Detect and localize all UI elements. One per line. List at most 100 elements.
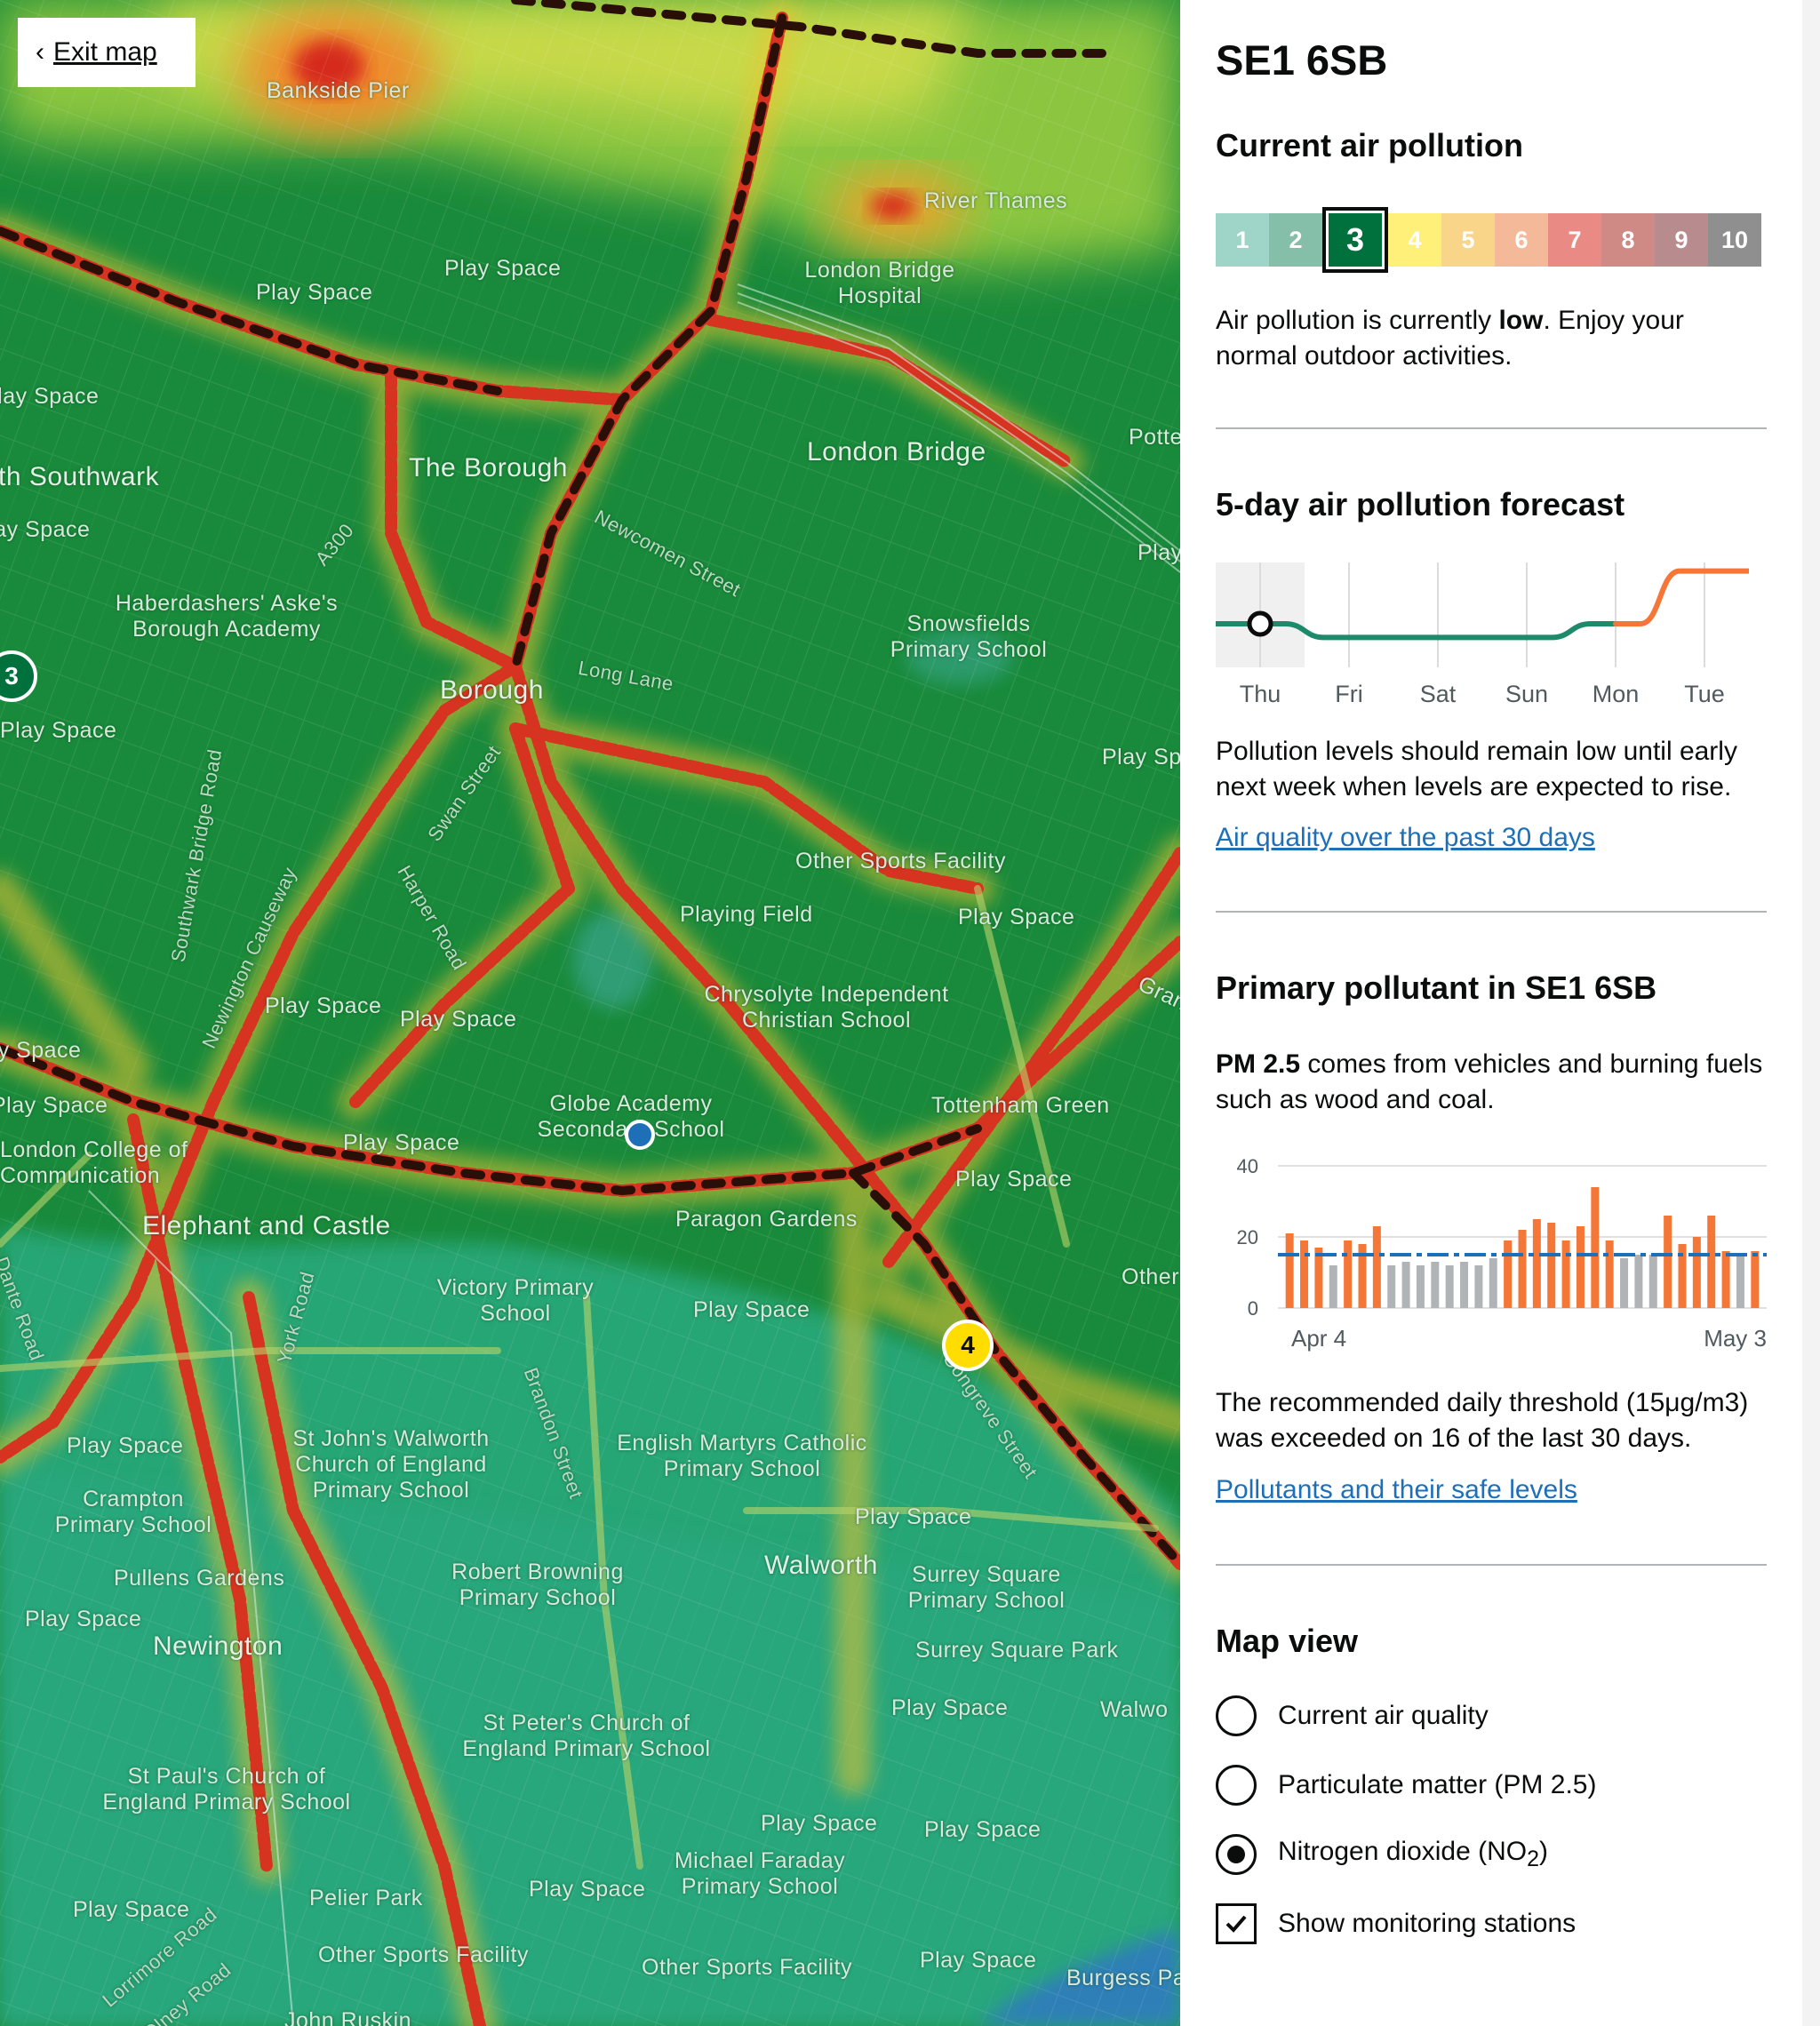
chart-bar	[1634, 1255, 1643, 1308]
index-level-5: 5	[1441, 213, 1495, 267]
map-label: Play Space	[343, 1130, 460, 1155]
radio-current-air-quality[interactable]: Current air quality	[1216, 1695, 1489, 1736]
pollutants-safe-levels-link[interactable]: Pollutants and their safe levels	[1216, 1475, 1577, 1505]
section-divider	[1216, 427, 1767, 429]
current-index-level: 3	[1326, 211, 1385, 269]
air-quality-map[interactable]: Bankside Pier River Thames Play Space Pl…	[0, 0, 1180, 2026]
map-label: Surrey Square Primary School	[907, 1562, 1066, 1613]
forecast-line	[1613, 568, 1707, 626]
radio-particulate-matter[interactable]: Particulate matter (PM 2.5)	[1216, 1765, 1596, 1806]
map-label: Other Sports Facility	[318, 1942, 529, 1967]
index-level-10: 10	[1708, 213, 1761, 267]
index-level-2: 2	[1269, 213, 1322, 267]
monitoring-station-marker[interactable]: 4	[942, 1320, 994, 1371]
checkbox[interactable]	[1216, 1903, 1257, 1944]
map-label: Newington	[153, 1631, 283, 1661]
index-level-4: 4	[1388, 213, 1441, 267]
map-label: Bankside Pier	[267, 78, 410, 103]
map-label: St Peter's Church of England Primary Sch…	[462, 1711, 711, 1761]
chart-bar	[1401, 1262, 1410, 1308]
radio-label-text: Nitrogen dioxide (NO	[1278, 1837, 1528, 1866]
map-label: John Ruskin	[284, 2008, 412, 2026]
map-label: Chrysolyte Independent Christian School	[704, 982, 949, 1033]
chart-bar	[1314, 1248, 1323, 1308]
radio-label: Current air quality	[1278, 1701, 1489, 1730]
radio-label-subscript: 2	[1527, 1847, 1540, 1871]
threshold-text: The recommended daily threshold (15μg/m3…	[1216, 1388, 1749, 1453]
map-label: Crampton Primary School	[54, 1487, 212, 1537]
summary-level: low	[1498, 306, 1544, 335]
chart-bar	[1518, 1230, 1527, 1308]
map-label: Play Space	[444, 256, 562, 281]
radio-button-selected[interactable]	[1216, 1834, 1257, 1875]
forecast-day-label: Mon	[1592, 681, 1640, 707]
map-label: Other Sports Facility	[642, 1955, 852, 1980]
current-location-marker[interactable]	[625, 1120, 655, 1150]
map-label: London College of Communication	[0, 1137, 188, 1188]
chart-y-tick-label: 40	[1237, 1155, 1258, 1177]
map-label: Play Space	[693, 1297, 810, 1322]
forecast-today-marker	[1247, 610, 1273, 637]
map-label: London Bridge Hospital	[804, 258, 955, 308]
chart-bar	[1387, 1265, 1396, 1308]
section-divider	[1216, 911, 1767, 913]
index-level-7: 7	[1548, 213, 1601, 267]
chart-bar	[1504, 1240, 1513, 1308]
radio-label-text: )	[1539, 1837, 1549, 1866]
index-level-9: 9	[1655, 213, 1708, 267]
index-level-1: 1	[1216, 213, 1269, 267]
chart-bar	[1431, 1262, 1440, 1308]
chart-bar	[1300, 1240, 1309, 1308]
chevron-left-icon: ‹	[36, 37, 44, 67]
map-label: Snowsfields Primary School	[890, 611, 1048, 662]
chart-bar	[1736, 1255, 1744, 1308]
current-pollution-summary: Air pollution is currently low. Enjoy yo…	[1216, 303, 1767, 374]
map-label: Burgess Pa	[1066, 1966, 1180, 1990]
map-label: Play Space	[0, 1093, 108, 1118]
chart-bar	[1576, 1226, 1585, 1308]
map-label: Pelier Park	[309, 1886, 423, 1910]
map-label: Play Space	[0, 718, 117, 743]
map-label: Play Space	[265, 993, 382, 1018]
chart-bar	[1591, 1187, 1600, 1308]
chart-bar	[1474, 1265, 1483, 1308]
forecast-day-label: Thu	[1240, 681, 1281, 707]
radio-nitrogen-dioxide[interactable]: Nitrogen dioxide (NO2)	[1216, 1834, 1548, 1875]
postcode-heading: SE1 6SB	[1216, 36, 1388, 84]
index-level-3: 3	[1322, 207, 1388, 273]
checkbox-monitoring-stations[interactable]: Show monitoring stations	[1216, 1903, 1576, 1944]
map-label: Play Space	[25, 1607, 142, 1631]
map-label: St Paul's Church of England Primary Scho…	[102, 1764, 351, 1815]
map-label: Potte	[1129, 425, 1180, 450]
chart-bar	[1416, 1265, 1425, 1308]
radio-label: Particulate matter (PM 2.5)	[1278, 1770, 1597, 1799]
chart-bar	[1445, 1265, 1454, 1308]
forecast-day-label: Sat	[1420, 681, 1457, 707]
map-label: Surrey Square Park	[915, 1638, 1119, 1663]
map-label: Pullens Gardens	[114, 1566, 285, 1591]
map-label: The Borough	[409, 453, 568, 483]
map-label: Victory Primary School	[436, 1275, 595, 1326]
map-label: Play Space	[73, 1897, 190, 1922]
chart-bar	[1664, 1216, 1672, 1308]
chart-y-tick-label: 0	[1248, 1297, 1258, 1320]
map-label: Michael Faraday Primary School	[674, 1848, 846, 1899]
scrollbar-track[interactable]	[1802, 0, 1820, 2026]
map-label: Play Space	[1102, 745, 1180, 770]
chart-bar	[1605, 1240, 1614, 1308]
radio-button[interactable]	[1216, 1695, 1257, 1736]
chart-bar	[1561, 1240, 1570, 1308]
map-label: Play Space	[958, 905, 1075, 929]
map-label: Play Space	[67, 1433, 184, 1458]
exit-map-button[interactable]: ‹ Exit map	[18, 18, 196, 87]
map-label: Tottenham Green	[931, 1093, 1110, 1118]
past-30-days-link[interactable]: Air quality over the past 30 days	[1216, 823, 1595, 853]
map-label: Other	[1122, 1264, 1180, 1289]
checkbox-label: Show monitoring stations	[1278, 1909, 1577, 1938]
chart-bar	[1372, 1226, 1381, 1308]
map-label: Robert Browning Primary School	[451, 1559, 624, 1610]
radio-button[interactable]	[1216, 1765, 1257, 1806]
pollutant-description: PM 2.5 comes from vehicles and burning f…	[1216, 1047, 1767, 1118]
chart-y-tick-label: 20	[1237, 1226, 1258, 1248]
map-label: Paragon Gardens	[675, 1207, 858, 1232]
